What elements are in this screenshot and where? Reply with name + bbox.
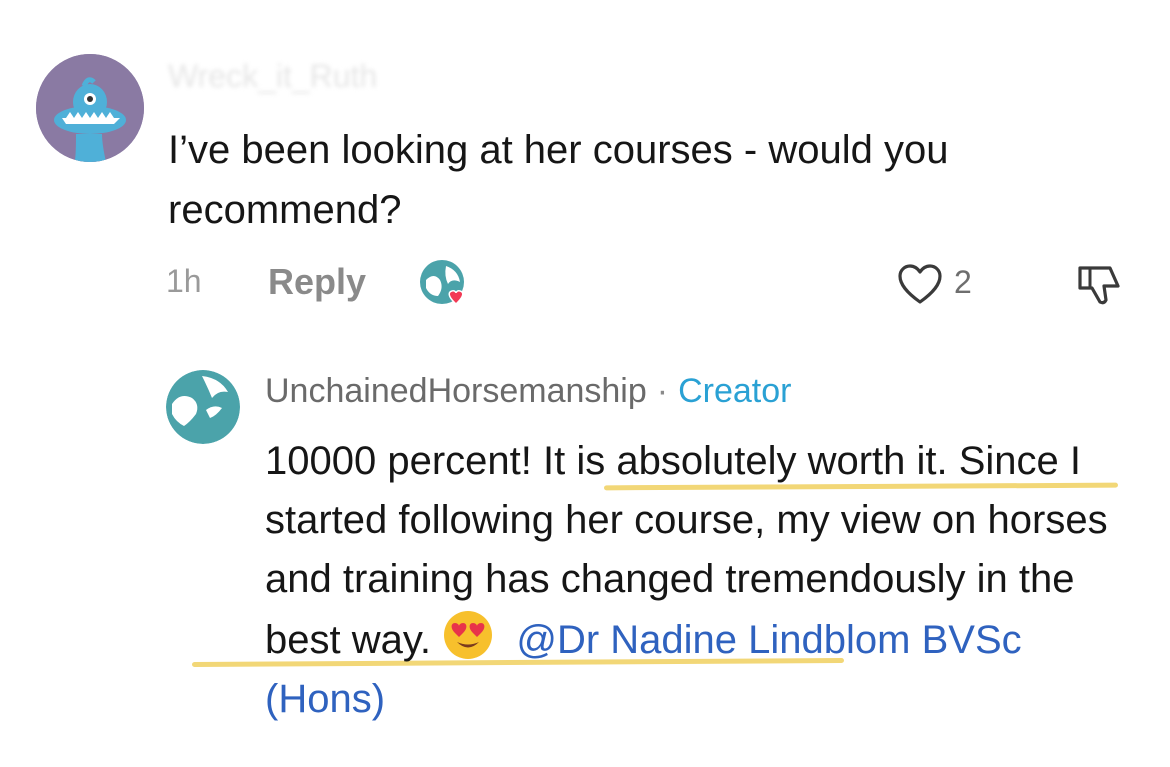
reply-highlight-1: It is absolutely worth it. [543, 439, 948, 483]
heart-eyes-emoji-icon [444, 611, 493, 659]
creator-username[interactable]: UnchainedHorsemanship [265, 372, 647, 410]
dislike-button[interactable] [1074, 260, 1124, 310]
thumbs-down-icon [1078, 266, 1120, 305]
reply-header: UnchainedHorsemanship · Creator [265, 372, 791, 411]
creator-liked-badge [418, 258, 474, 314]
reply-button[interactable]: Reply [268, 261, 366, 303]
comment-text: I’ve been looking at her courses - would… [168, 128, 949, 232]
creator-avatar[interactable] [166, 370, 240, 444]
creator-badge: Creator [678, 372, 792, 410]
separator-dot: · [656, 372, 669, 410]
reply-text: 10000 percent! It is absolutely worth it… [265, 432, 1145, 729]
like-button[interactable] [896, 262, 944, 306]
comment-timestamp: 1h [166, 263, 202, 299]
creator-heart-icon [420, 260, 464, 306]
reply-text-part-1: 10000 percent! [265, 439, 543, 483]
like-count: 2 [954, 264, 972, 300]
commenter-username[interactable]: Wreck_it_Ruth [168, 58, 377, 95]
heart-outline-icon [898, 264, 942, 304]
reply-text-part-3 [431, 618, 442, 662]
blue-monster-icon [36, 54, 144, 162]
horse-logo-icon [166, 370, 240, 444]
commenter-avatar[interactable] [36, 54, 144, 162]
